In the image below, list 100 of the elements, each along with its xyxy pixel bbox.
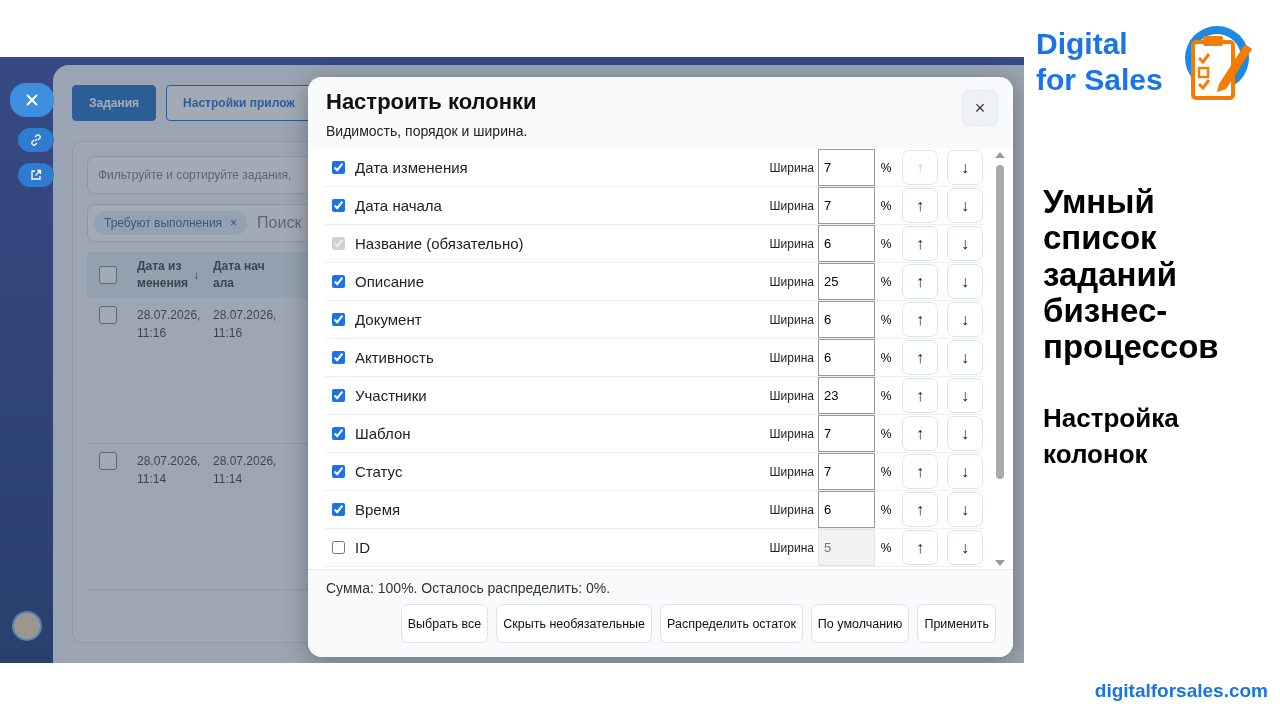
column-name: ID	[355, 539, 371, 556]
width-field[interactable]: 7	[818, 453, 875, 490]
link-icon[interactable]	[18, 128, 54, 152]
column-name: Описание	[355, 273, 426, 290]
move-down-button[interactable]: ↓	[947, 492, 983, 527]
column-name: Дата начала	[355, 197, 443, 214]
table-cell-text: 28.07.2026, 11:14	[213, 453, 277, 488]
action-button[interactable]: По умолчанию	[810, 604, 910, 643]
percent-sign: %	[879, 312, 893, 327]
row-checkbox[interactable]	[99, 306, 117, 324]
move-down-button[interactable]: ↓	[947, 226, 983, 261]
width-field[interactable]: 6	[818, 339, 875, 376]
move-up-button[interactable]: ↑	[902, 416, 938, 451]
width-label: Ширина	[769, 198, 814, 213]
percent-sign: %	[879, 540, 893, 555]
move-up-button[interactable]: ↑	[902, 492, 938, 527]
external-link-icon[interactable]	[18, 163, 54, 187]
percent-sign: %	[879, 426, 893, 441]
column-name: Статус	[355, 463, 404, 480]
column-checkbox[interactable]	[332, 465, 345, 478]
move-up-button[interactable]: ↑	[902, 188, 938, 223]
percent-sign: %	[879, 502, 893, 517]
column-checkbox[interactable]	[332, 351, 345, 364]
move-up-button[interactable]: ↑	[902, 454, 938, 489]
column-checkbox[interactable]	[332, 161, 345, 174]
move-up-button[interactable]: ↑	[902, 340, 938, 375]
sort-icon[interactable]: ↓	[193, 268, 199, 282]
move-down-button[interactable]: ↓	[947, 264, 983, 299]
column-checkbox[interactable]	[332, 427, 345, 440]
move-up-button[interactable]: ↑	[902, 226, 938, 261]
column-checkbox[interactable]	[332, 503, 345, 516]
percent-sign: %	[879, 388, 893, 403]
column-name: Название (обязательно)	[355, 235, 525, 252]
move-down-button[interactable]: ↓	[947, 378, 983, 413]
column-checkbox[interactable]	[332, 541, 345, 554]
percent-sign: %	[879, 464, 893, 479]
column-name: Документ	[355, 311, 423, 328]
column-checkbox[interactable]	[332, 389, 345, 402]
width-field[interactable]: 7	[818, 187, 875, 224]
width-label: Ширина	[769, 426, 814, 441]
width-label: Ширина	[769, 350, 814, 365]
table-cell-text: 28.07.2026, 11:16	[213, 307, 277, 342]
action-button[interactable]: Выбрать все	[400, 604, 489, 643]
table-cell-text: 28.07.2026, 11:14	[137, 453, 201, 488]
move-down-button[interactable]: ↓	[947, 530, 983, 565]
move-up-button[interactable]: ↑	[902, 302, 938, 337]
width-field[interactable]: 25	[818, 263, 875, 300]
column-checkbox[interactable]	[332, 199, 345, 212]
move-up-button[interactable]: ↑	[902, 378, 938, 413]
column-name: Участники	[355, 387, 428, 404]
action-button[interactable]: Применить	[917, 604, 996, 643]
column-header[interactable]: Дата изменения	[137, 257, 189, 293]
close-icon[interactable]	[10, 83, 54, 117]
avatar[interactable]	[11, 611, 42, 641]
width-field[interactable]: 7	[818, 415, 875, 452]
move-down-button[interactable]: ↓	[947, 416, 983, 451]
percent-sign: %	[879, 350, 893, 365]
dialog-title: Настроить колонки	[326, 89, 537, 115]
table-cell-text: 28.07.2026, 11:16	[137, 307, 201, 342]
move-down-button[interactable]: ↓	[947, 150, 983, 185]
select-all-checkbox[interactable]	[99, 266, 117, 284]
width-label: Ширина	[769, 540, 814, 555]
width-summary: Сумма: 100%. Осталось распределить: 0%.	[326, 580, 612, 596]
width-field[interactable]: 7	[818, 149, 875, 186]
width-field[interactable]: 23	[818, 377, 875, 414]
move-up-button[interactable]: ↑	[902, 264, 938, 299]
subheadline: Настройка колонок	[1042, 402, 1180, 471]
percent-sign: %	[879, 198, 893, 213]
move-down-button[interactable]: ↓	[947, 454, 983, 489]
width-label: Ширина	[769, 236, 814, 251]
column-name: Дата изменения	[355, 159, 469, 176]
column-checkbox[interactable]	[332, 275, 345, 288]
percent-sign: %	[879, 274, 893, 289]
dialog-subtitle: Видимость, порядок и ширина.	[326, 123, 529, 139]
action-button[interactable]: Скрыть необязательные	[496, 604, 653, 643]
percent-sign: %	[879, 160, 893, 175]
column-name: Время	[355, 501, 402, 518]
column-name: Активность	[355, 349, 435, 366]
percent-sign: %	[879, 236, 893, 251]
headline: Умный список заданий бизнес-процессов	[1042, 184, 1220, 366]
width-field[interactable]: 6	[818, 301, 875, 338]
website-link[interactable]: digitalforsales.com	[1094, 680, 1268, 702]
column-header[interactable]: Дата начала	[213, 257, 265, 293]
move-down-button[interactable]: ↓	[947, 340, 983, 375]
width-field[interactable]: 6	[818, 491, 875, 528]
width-label: Ширина	[769, 160, 814, 175]
column-checkbox[interactable]	[332, 313, 345, 326]
close-button[interactable]: ×	[961, 89, 999, 127]
move-down-button[interactable]: ↓	[947, 188, 983, 223]
width-label: Ширина	[769, 464, 814, 479]
width-field[interactable]: 6	[818, 225, 875, 262]
move-up-button[interactable]: ↑	[902, 530, 938, 565]
width-label: Ширина	[769, 388, 814, 403]
width-label: Ширина	[769, 274, 814, 289]
move-down-button[interactable]: ↓	[947, 302, 983, 337]
action-button[interactable]: Распределить остаток	[660, 604, 803, 643]
width-label: Ширина	[769, 502, 814, 517]
row-checkbox[interactable]	[99, 452, 117, 470]
width-label: Ширина	[769, 312, 814, 327]
logo-text: Digital for Sales	[1036, 26, 1163, 98]
